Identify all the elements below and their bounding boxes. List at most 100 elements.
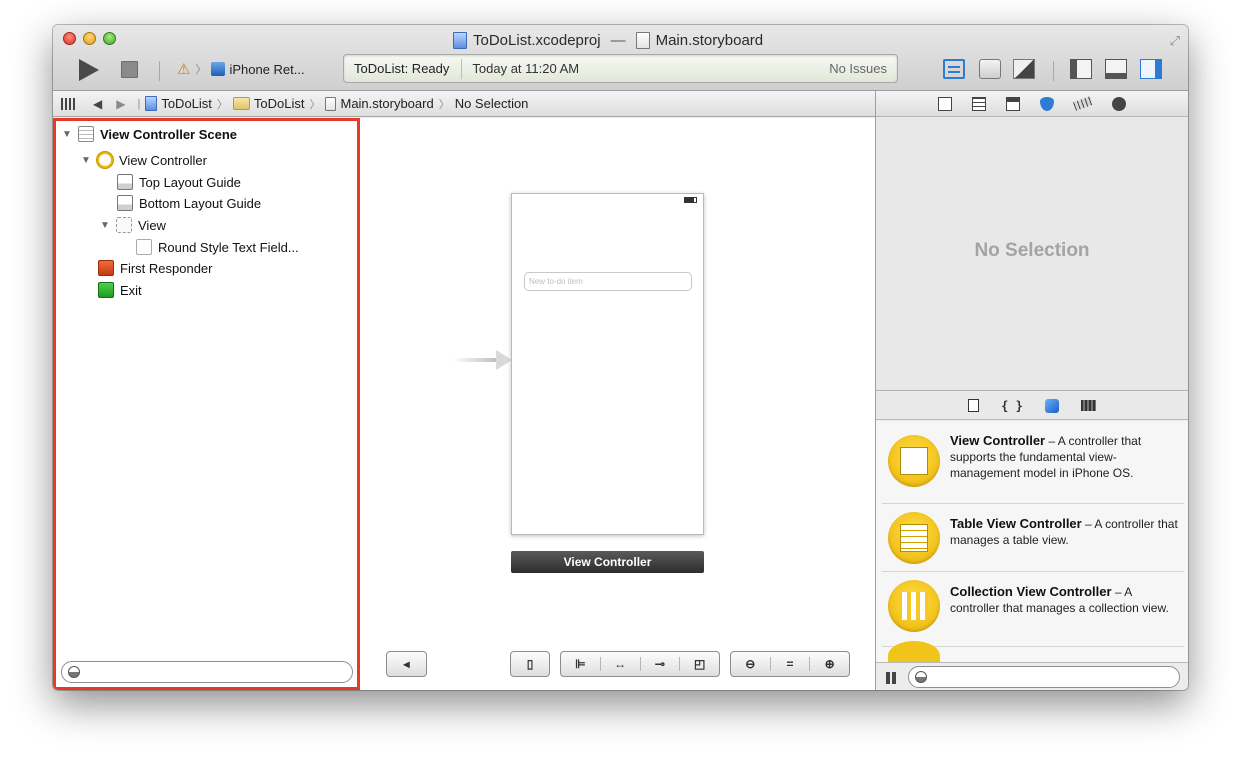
file-inspector-icon[interactable] — [938, 96, 952, 111]
layout-guide-icon — [117, 174, 133, 190]
breadcrumb-group[interactable]: ToDoList — [232, 96, 305, 111]
form-factor-button[interactable]: ▯ — [510, 651, 550, 677]
library-item-view-controller[interactable]: View Controller – A controller that supp… — [882, 421, 1184, 504]
outline-row-bottom-layout-guide[interactable]: Bottom Layout Guide — [117, 193, 261, 213]
minimize-button[interactable] — [83, 32, 96, 45]
scene-dock-label[interactable]: View Controller — [511, 551, 704, 573]
grid-view-icon[interactable] — [886, 672, 898, 684]
filter-icon — [915, 671, 927, 683]
pin-icon[interactable]: ↔ — [599, 657, 640, 671]
layout-guide-icon — [117, 195, 133, 211]
align-icon[interactable]: ⊫ — [561, 657, 600, 671]
iphone-simulator-icon — [211, 62, 226, 76]
view-controller-icon — [97, 152, 113, 168]
outline-row-scene[interactable]: ▼ View Controller Scene — [62, 124, 237, 144]
view-controller-scene-frame[interactable]: New to-do item — [511, 193, 704, 535]
size-inspector-icon[interactable] — [1073, 96, 1093, 111]
filter-icon — [68, 666, 80, 678]
xcode-window: ToDoList.xcodeproj — Main.storyboard ⤢ ⚠… — [53, 25, 1188, 690]
disclosure-triangle-icon[interactable]: ▼ — [100, 220, 110, 231]
zoom-actual-icon[interactable]: = — [769, 657, 810, 671]
window-title: ToDoList.xcodeproj — Main.storyboard — [453, 30, 763, 50]
media-library-icon[interactable] — [1080, 400, 1096, 411]
back-arrow-icon[interactable]: ◀ — [93, 97, 102, 111]
toggle-navigator-icon[interactable] — [1070, 59, 1092, 79]
toggle-utilities-icon[interactable] — [1140, 59, 1162, 79]
activity-viewer: ToDoList: Ready Today at 11:20 AM No Iss… — [343, 54, 898, 83]
entry-point-arrow-icon[interactable] — [452, 358, 498, 362]
resizing-icon[interactable]: ◰ — [679, 657, 719, 671]
entry-point-arrowhead-icon[interactable] — [496, 350, 512, 370]
run-button[interactable] — [79, 59, 99, 81]
collection-view-controller-icon — [888, 580, 940, 632]
standard-editor-icon[interactable] — [943, 59, 965, 79]
zoom-button[interactable] — [103, 32, 116, 45]
breadcrumb-project[interactable]: ToDoList — [145, 96, 212, 111]
code-snippet-library-icon[interactable]: { } — [1001, 399, 1023, 413]
connections-inspector-icon[interactable] — [1112, 96, 1126, 111]
scheme-device-label: iPhone Ret... — [229, 61, 305, 77]
storyboard-file-icon — [635, 31, 650, 49]
outline-filter-field[interactable] — [61, 661, 353, 683]
phone-size-icon: ▯ — [526, 657, 534, 671]
breadcrumb-label: ToDoList — [253, 96, 305, 111]
toolbar-divider — [1053, 61, 1054, 81]
todo-text-field[interactable]: New to-do item — [524, 272, 692, 291]
outline-row-label: Exit — [120, 282, 142, 298]
scheme-selector[interactable]: ⚠︎ 〉 iPhone Ret... — [177, 59, 305, 79]
close-button[interactable] — [63, 32, 76, 45]
xcodeproj-file-icon — [453, 31, 467, 49]
breadcrumb-selection[interactable]: No Selection — [455, 96, 529, 111]
storyboard-canvas[interactable]: New to-do item View Controller ◂ ▯ ⊫ ↔ ⊸… — [360, 118, 876, 690]
related-items-icon[interactable] — [61, 97, 75, 110]
inspector-empty-message: No Selection — [974, 240, 1090, 261]
exit-icon — [98, 282, 114, 298]
quick-help-icon[interactable] — [972, 96, 986, 111]
outline-row-top-layout-guide[interactable]: Top Layout Guide — [117, 172, 241, 192]
resolve-issues-icon[interactable]: ⊸ — [639, 657, 680, 671]
storyboard-file-icon — [325, 96, 337, 111]
library-item-table-view-controller[interactable]: Table View Controller – A controller tha… — [882, 504, 1184, 572]
forward-arrow-icon[interactable]: ▶ — [116, 97, 125, 111]
outline-row-label: First Responder — [120, 260, 213, 276]
inspector-selector-bar — [876, 91, 1188, 117]
window-title-project: ToDoList.xcodeproj — [473, 31, 601, 49]
object-library-icon[interactable] — [1044, 398, 1059, 413]
library-item-collection-view-controller[interactable]: Collection View Controller – A controlle… — [882, 572, 1184, 647]
assistant-editor-icon[interactable] — [979, 59, 1001, 79]
zoom-in-icon[interactable]: ⊕ — [809, 657, 849, 671]
attributes-inspector-icon[interactable] — [1040, 96, 1054, 111]
identity-inspector-icon[interactable] — [1006, 96, 1020, 111]
file-template-library-icon[interactable] — [968, 399, 980, 412]
table-view-controller-icon — [888, 512, 940, 564]
outline-row-text-field[interactable]: Round Style Text Field... — [136, 237, 299, 257]
stop-button[interactable] — [121, 61, 138, 78]
outline-row-view-controller[interactable]: ▼ View Controller — [81, 150, 207, 170]
outline-row-exit[interactable]: Exit — [98, 280, 142, 300]
outline-row-label: Round Style Text Field... — [158, 239, 299, 255]
toolbar: ToDoList.xcodeproj — Main.storyboard ⤢ ⚠… — [53, 25, 1188, 91]
library-item-title: Collection View Controller — [950, 584, 1112, 599]
jump-bar-divider: | — [137, 97, 141, 110]
outline-row-first-responder[interactable]: First Responder — [98, 258, 212, 278]
disclosure-triangle-icon[interactable]: ▼ — [62, 129, 72, 140]
battery-icon — [684, 197, 697, 203]
outline-toggle-button[interactable]: ◂ — [386, 651, 427, 677]
disclosure-triangle-icon[interactable]: ▼ — [81, 155, 91, 166]
outline-row-label: View Controller Scene — [100, 126, 238, 142]
chevron-right-icon: 〉 — [309, 98, 321, 111]
outline-row-label: Bottom Layout Guide — [139, 195, 262, 211]
zoom-out-icon[interactable]: ⊖ — [731, 657, 770, 671]
library-filter-field[interactable] — [908, 666, 1180, 688]
project-icon — [145, 96, 158, 111]
version-editor-icon[interactable] — [1013, 59, 1035, 79]
chevron-right-icon: 〉 — [438, 98, 450, 111]
object-library-list: View Controller – A controller that supp… — [876, 421, 1188, 662]
fullscreen-icon[interactable]: ⤢ — [1170, 33, 1180, 49]
outline-row-view[interactable]: ▼ View — [100, 215, 166, 235]
toggle-debug-area-icon[interactable] — [1105, 59, 1127, 79]
breadcrumb-label: No Selection — [454, 96, 529, 111]
scene-icon — [78, 126, 94, 142]
breadcrumb-file[interactable]: Main.storyboard — [325, 96, 434, 111]
autolayout-button-group: ⊫ ↔ ⊸ ◰ — [560, 651, 720, 677]
